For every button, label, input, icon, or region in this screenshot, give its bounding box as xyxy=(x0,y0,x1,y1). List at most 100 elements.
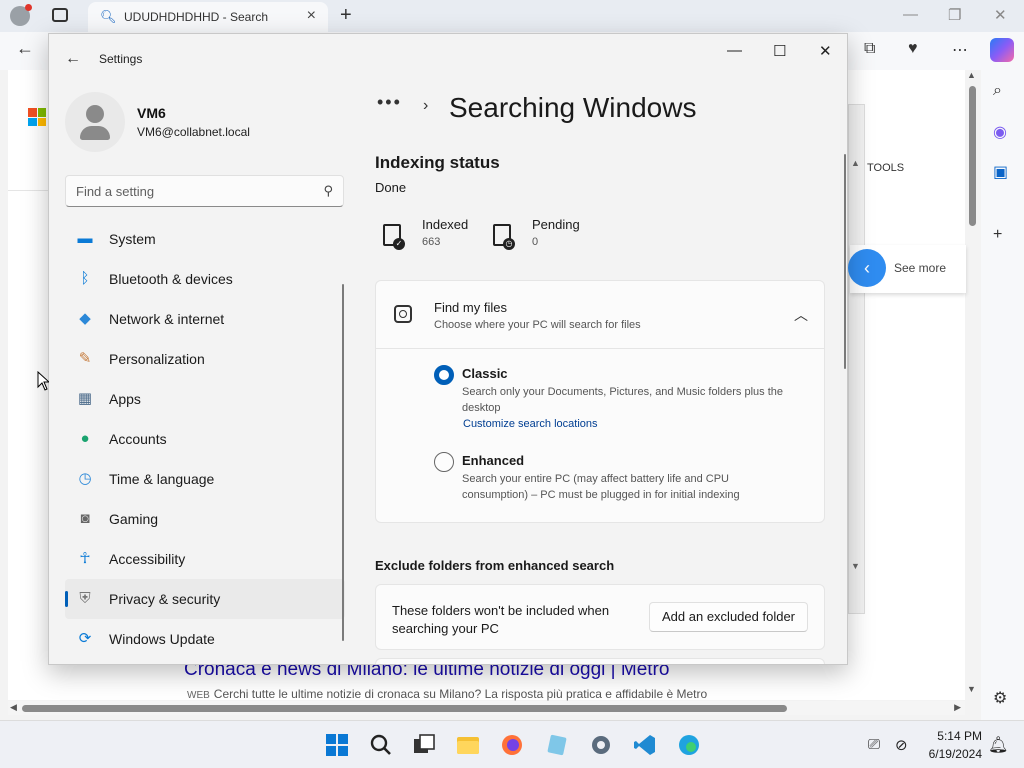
scroll-down-icon[interactable]: ▼ xyxy=(967,684,976,694)
sidebar-item-accessibility[interactable]: ☥ Accessibility xyxy=(65,539,345,579)
sidebar-item-gaming[interactable]: ◙ Gaming xyxy=(65,499,345,539)
sidebar-item-label: Accessibility xyxy=(109,551,186,567)
breadcrumb-more-button[interactable]: ••• xyxy=(377,92,402,113)
pending-label: Pending xyxy=(532,217,580,232)
sidebar-item-time-language[interactable]: ◷ Time & language xyxy=(65,459,345,499)
next-card xyxy=(375,658,825,664)
network-status-icon[interactable]: ⊘ xyxy=(895,736,908,754)
sidebar-item-label: System xyxy=(109,231,156,247)
tools-tab[interactable]: TOOLS xyxy=(867,162,904,174)
minimize-icon[interactable]: — xyxy=(903,6,918,23)
vertical-scrollbar[interactable]: ▲ ▼ xyxy=(966,70,980,700)
indexed-value: 663 xyxy=(422,236,441,248)
sidebar-item-label: Bluetooth & devices xyxy=(109,271,233,287)
sidebar-item-bluetooth[interactable]: ᛒ Bluetooth & devices xyxy=(65,259,345,299)
collections-icon[interactable]: ⧉ xyxy=(864,40,875,58)
sidebar-item-apps[interactable]: ▦ Apps xyxy=(65,379,345,419)
tab-actions-icon[interactable] xyxy=(52,8,68,22)
close-tab-icon[interactable]: × xyxy=(307,7,316,25)
search-icon[interactable]: ⌕ xyxy=(993,82,1002,100)
settings-app-icon[interactable] xyxy=(589,733,613,757)
notepad-icon[interactable] xyxy=(545,733,569,757)
back-arrow-icon[interactable]: ← xyxy=(65,50,81,68)
more-options-icon[interactable]: ⋯ xyxy=(952,40,968,60)
sidebar-item-privacy-security[interactable]: ⛨ Privacy & security xyxy=(65,579,345,619)
sidebar-item-label: Accounts xyxy=(109,431,167,447)
notification-app-icon[interactable]: ⎚ xyxy=(868,736,880,753)
exclude-folders-text: These folders won't be included when sea… xyxy=(392,603,610,636)
sidebar-item-system[interactable]: ▬ System xyxy=(65,219,345,259)
performance-icon[interactable]: ♥ xyxy=(908,40,918,58)
sidebar-item-label: Gaming xyxy=(109,511,159,527)
find-setting-box[interactable]: ⚲ xyxy=(65,175,344,207)
bell-icon[interactable]: 🔔︎ xyxy=(988,735,1008,755)
profile-avatar[interactable] xyxy=(10,4,32,26)
close-window-icon[interactable]: ✕ xyxy=(994,6,1007,24)
sidebar-item-label: Apps xyxy=(109,391,141,407)
exclude-folders-card: These folders won't be included when sea… xyxy=(375,584,825,650)
chevron-up-icon[interactable]: ︿ xyxy=(794,305,808,325)
web-panel-scrollbar[interactable] xyxy=(848,104,865,614)
outlook-icon[interactable]: ▣ xyxy=(993,162,1008,182)
tab-title: UDUDHDHDHHD - Search xyxy=(124,10,269,24)
sidebar-item-network[interactable]: ◆ Network & internet xyxy=(65,299,345,339)
scroll-down-icon[interactable]: ▼ xyxy=(851,561,860,571)
firefox-icon[interactable] xyxy=(500,733,524,757)
search-icon: 🔍︎ xyxy=(100,9,117,24)
sidebar-item-personalization[interactable]: ✎ Personalization xyxy=(65,339,345,379)
gear-icon[interactable]: ⚙ xyxy=(993,688,1007,708)
scroll-thumb[interactable] xyxy=(22,705,787,712)
search-icon[interactable] xyxy=(369,733,393,757)
restore-icon[interactable]: ❐ xyxy=(948,6,961,24)
enhanced-radio[interactable] xyxy=(434,452,454,472)
add-icon[interactable]: + xyxy=(993,226,1002,244)
sidebar-item-accounts[interactable]: ● Accounts xyxy=(65,419,345,459)
enhanced-title: Enhanced xyxy=(462,453,525,468)
vscode-icon[interactable] xyxy=(633,733,657,757)
classic-radio[interactable] xyxy=(434,365,454,385)
scroll-thumb[interactable] xyxy=(969,86,976,226)
sidebar-item-label: Personalization xyxy=(109,351,205,367)
chevron-right-icon: › xyxy=(423,97,429,114)
new-tab-icon[interactable]: + xyxy=(340,4,352,27)
back-arrow-icon[interactable]: ← xyxy=(16,38,34,59)
copilot-apps-icon[interactable]: ◉ xyxy=(993,122,1007,142)
chevron-left-icon[interactable]: ‹ xyxy=(848,249,886,287)
file-explorer-icon[interactable] xyxy=(456,733,480,757)
clock-date[interactable]: 6/19/2024 xyxy=(922,747,982,761)
browser-tab[interactable]: 🔍︎ UDUDHDHDHHD - Search × xyxy=(88,2,328,32)
page-title: Searching Windows xyxy=(449,92,697,123)
find-my-files-card: Find my files Choose where your PC will … xyxy=(375,280,825,523)
user-email: VM6@collabnet.local xyxy=(137,125,250,139)
task-view-icon[interactable] xyxy=(412,733,436,757)
scroll-right-icon[interactable]: ▶ xyxy=(954,702,961,713)
person-icon: ● xyxy=(80,430,90,447)
content-scrollbar[interactable] xyxy=(844,154,846,369)
nav-scrollbar[interactable] xyxy=(342,284,344,641)
horizontal-scrollbar[interactable]: ◀ ▶ xyxy=(8,701,965,715)
scroll-left-icon[interactable]: ◀ xyxy=(10,702,17,713)
edge-sidebar: ⌕ ◉ ▣ + ⚙ xyxy=(981,70,1024,720)
bluetooth-icon: ᛒ xyxy=(80,270,90,287)
search-input[interactable] xyxy=(66,176,316,206)
avatar[interactable] xyxy=(65,92,125,152)
microsoft-logo[interactable] xyxy=(28,108,46,126)
add-excluded-folder-button[interactable]: Add an excluded folder xyxy=(649,602,808,632)
sidebar-item-windows-update[interactable]: ⟳ Windows Update xyxy=(65,619,345,659)
indexing-status-heading: Indexing status xyxy=(375,153,500,172)
customize-search-locations-link[interactable]: Customize search locations xyxy=(463,418,598,430)
windows-start-icon[interactable] xyxy=(325,733,349,757)
scroll-up-icon[interactable]: ▲ xyxy=(967,70,976,80)
clock-time[interactable]: 5:14 PM xyxy=(936,729,982,743)
edge-icon[interactable] xyxy=(677,733,701,757)
search-icon[interactable]: ⚲ xyxy=(323,183,333,199)
sidebar-item-label: Time & language xyxy=(109,471,215,487)
window-title: Settings xyxy=(99,52,143,66)
copilot-icon[interactable] xyxy=(990,38,1014,62)
scroll-up-icon[interactable]: ▲ xyxy=(851,158,860,168)
find-my-files-header[interactable]: Find my files Choose where your PC will … xyxy=(376,281,824,349)
classic-description: Search only your Documents, Pictures, an… xyxy=(462,386,783,414)
news-result-snippet: WEB Cerchi tutte le ultime notizie di cro… xyxy=(187,687,707,701)
see-more-link[interactable]: See more xyxy=(894,261,946,275)
pending-value: 0 xyxy=(532,236,539,248)
